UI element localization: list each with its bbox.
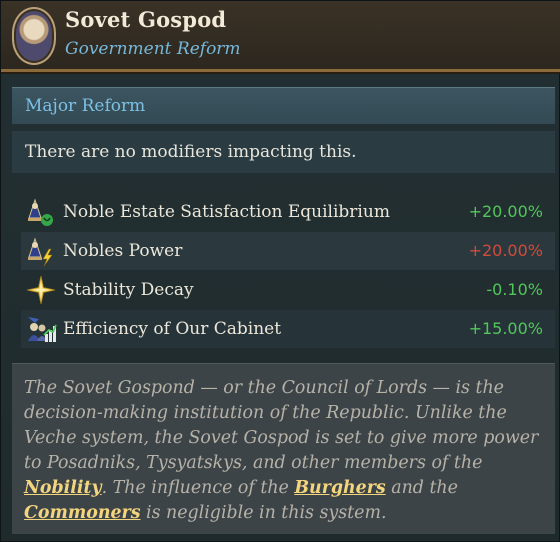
description-part: . The influence of the: [101, 478, 295, 498]
modifier-value: +20.00%: [468, 241, 543, 260]
nobles-power-icon: [28, 237, 53, 267]
stability-star-icon: [26, 275, 56, 305]
reform-subtitle: Government Reform: [65, 39, 241, 59]
section-heading: Major Reform: [12, 87, 555, 124]
cabinet-efficiency-icon: [28, 317, 57, 342]
tooltip-header: Sovet Gospod Government Reform: [1, 1, 560, 72]
modifier-value: +20.00%: [468, 202, 543, 221]
commoners-link[interactable]: Commoners: [24, 503, 141, 523]
modifier-label: Nobles Power: [63, 241, 183, 261]
modifier-row: Noble Estate Satisfaction Equilibrium +2…: [21, 193, 555, 231]
description-text: The Sovet Gospond — or the Council of Lo…: [24, 376, 546, 526]
modifier-row: Nobles Power +20.00%: [21, 232, 555, 270]
modifier-label: Efficiency of Our Cabinet: [63, 319, 282, 339]
section-heading-label: Major Reform: [25, 96, 146, 116]
description-part: The Sovet Gospond — or the Council of Lo…: [24, 378, 539, 473]
modifier-row: Efficiency of Our Cabinet +15.00%: [21, 310, 555, 348]
reform-description: The Sovet Gospond — or the Council of Lo…: [12, 363, 555, 534]
description-part: and the: [385, 478, 458, 498]
modifier-value: +15.00%: [468, 319, 543, 338]
modifier-note: There are no modifiers impacting this.: [12, 131, 555, 173]
modifier-label: Stability Decay: [63, 280, 194, 300]
description-part: is negligible in this system.: [140, 503, 387, 523]
reform-title: Sovet Gospod: [65, 7, 227, 32]
council-portrait-icon: [12, 7, 56, 65]
burghers-link[interactable]: Burghers: [294, 478, 385, 498]
reform-tooltip: Sovet Gospod Government Reform Major Ref…: [0, 0, 560, 542]
nobility-link[interactable]: Nobility: [24, 478, 102, 498]
noble-estate-satisfaction-icon: [28, 198, 53, 226]
modifier-label: Noble Estate Satisfaction Equilibrium: [63, 202, 390, 222]
modifier-note-text: There are no modifiers impacting this.: [25, 142, 357, 162]
modifier-row: Stability Decay -0.10%: [21, 271, 555, 309]
modifier-value: -0.10%: [486, 280, 543, 299]
